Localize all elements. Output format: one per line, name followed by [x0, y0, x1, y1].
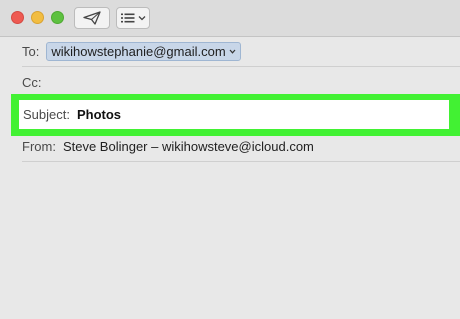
send-button[interactable]	[74, 7, 110, 29]
close-window-button[interactable]	[11, 11, 24, 24]
from-label: From:	[22, 138, 56, 154]
maximize-window-button[interactable]	[51, 11, 64, 24]
subject-field[interactable]: Subject: Photos	[19, 100, 449, 129]
list-format-icon	[120, 13, 134, 23]
toolbar	[0, 0, 460, 37]
minimize-window-button[interactable]	[31, 11, 44, 24]
cc-label: Cc:	[22, 74, 42, 90]
paper-plane-icon	[83, 11, 101, 25]
chevron-down-icon	[138, 16, 145, 21]
recipient-token[interactable]: wikihowstephanie@gmail.com	[46, 41, 241, 61]
from-field-row: From: Steve Bolinger – wikihowsteve@iclo…	[22, 131, 460, 162]
subject-input[interactable]: Photos	[77, 107, 121, 122]
subject-label: Subject:	[23, 107, 70, 122]
to-field-row: To: wikihowstephanie@gmail.com	[22, 36, 460, 67]
from-selector[interactable]: Steve Bolinger – wikihowsteve@icloud.com	[63, 139, 314, 154]
to-label: To:	[22, 43, 40, 59]
format-menu-button[interactable]	[116, 7, 150, 29]
mail-compose-window: To: wikihowstephanie@gmail.com Cc: Subje…	[0, 0, 460, 319]
message-body[interactable]	[0, 162, 460, 319]
chevron-down-icon	[229, 49, 236, 54]
recipient-address: wikihowstephanie@gmail.com	[51, 43, 226, 59]
